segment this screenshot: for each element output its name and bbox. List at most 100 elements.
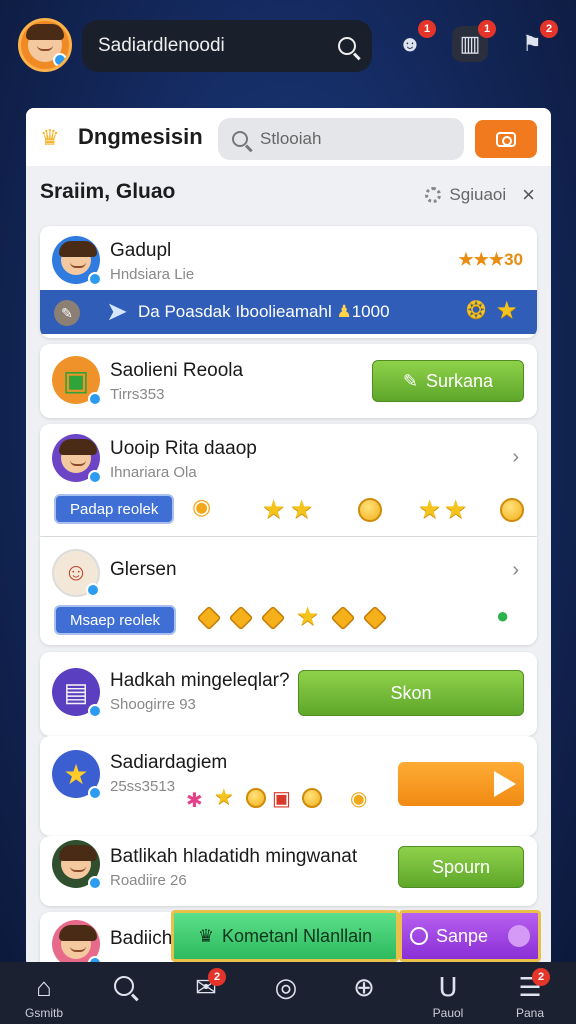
chevron-right-icon[interactable]: › — [512, 559, 519, 582]
nav-label: Pauol — [432, 1006, 464, 1020]
list-item[interactable]: ☺ Glersen › Msaep reolek ★ ● — [40, 537, 537, 645]
main-action-button[interactable]: ♛ Kometanl Nlanllain — [171, 910, 399, 962]
inbox-icon[interactable]: ▥ 1 — [452, 20, 496, 62]
panel-search-input[interactable]: Stlooiah — [218, 118, 464, 160]
avatar — [52, 920, 102, 968]
crown-icon: ♛ — [197, 925, 215, 946]
action-button[interactable]: Spourn — [398, 846, 524, 888]
verified-icon — [53, 53, 67, 67]
player-name: Hadkah mingeleqlar? — [110, 670, 290, 691]
secondary-action-button[interactable]: Sanpe — [399, 910, 541, 962]
gem-icon — [228, 605, 254, 631]
avatar: ▤ — [52, 668, 102, 718]
reward-strip[interactable]: ✎ ➤ Da Poasdak Iboolieamahl ♟1000 ❂ ★ — [40, 290, 537, 334]
secondary-action-label: Sanpe — [435, 925, 489, 946]
gear-icon[interactable] — [425, 187, 442, 203]
player-name: Gadupl — [110, 240, 172, 261]
add-friend-icon[interactable]: ⚑ 2 — [514, 20, 558, 62]
tag-pill[interactable]: Padap reolek — [54, 494, 175, 524]
play-icon — [494, 771, 516, 797]
notification-badge: 2 — [208, 968, 226, 986]
nav-item-chat[interactable]: ◎ — [246, 962, 326, 1024]
top-search-value: Sadiardlenoodi — [98, 35, 225, 56]
search-icon[interactable] — [338, 37, 356, 55]
verified-icon — [88, 786, 102, 800]
list-item[interactable]: ★ Sadiardagiem 25ss3513 ✱ ★ ▣ ◉ — [40, 736, 537, 836]
menu-icon: ☰ — [518, 972, 542, 1002]
avatar: ★ — [52, 750, 102, 800]
nav-item-search[interactable] — [84, 962, 164, 1024]
verified-icon — [88, 876, 102, 890]
chevron-right-icon[interactable]: › — [512, 446, 519, 469]
nav-item-menu[interactable]: ☰ 2 Pana — [490, 962, 570, 1024]
top-search-input[interactable]: Sadiardlenoodi — [82, 20, 372, 72]
coin-icon — [246, 788, 266, 808]
main-panel: ♛ Dngmesisin Stlooiah Sraiim, Gluao Sgiu… — [26, 108, 551, 968]
avatar-face — [59, 845, 97, 879]
mail-icon: ✉ — [195, 972, 217, 1002]
avatar — [52, 840, 102, 890]
nav-item-globe[interactable]: ⊕ — [324, 962, 404, 1024]
pencil-icon: ✎ — [402, 370, 419, 391]
action-button-label: Spourn — [431, 856, 491, 877]
verified-icon — [88, 272, 102, 286]
player-name: Badiich — [110, 928, 173, 949]
coin-icon — [302, 788, 322, 808]
bolt-icon — [508, 925, 531, 947]
section-settings[interactable]: Sgiuaoi × — [425, 182, 535, 208]
magnet-icon: Ս — [438, 972, 458, 1002]
player-subtitle: Hndsiara Lie — [110, 266, 195, 283]
player-name: Saolieni Reoola — [110, 360, 244, 381]
list-item[interactable]: Gadupl Hndsiara Lie ★★★30 ✎ ➤ Da Poasdak… — [40, 226, 537, 338]
coin-icon — [500, 498, 524, 522]
top-bar: Sadiardlenoodi ☻ 1 ▥ 1 ⚑ 2 — [0, 0, 576, 96]
crown-icon: ♛ — [40, 125, 60, 150]
verified-icon — [86, 583, 100, 597]
action-button[interactable]: ✎ Surkana — [372, 360, 524, 402]
search-icon — [84, 972, 164, 1003]
action-button-label: Surkana — [426, 370, 494, 391]
list-item[interactable]: Uooip Rita daaop Ihnariara Ola › Padap r… — [40, 424, 537, 536]
notification-badge: 2 — [540, 20, 558, 38]
bottom-nav: ⌂ Gsmitb ✉ 2 ◎ ⊕ Ս Pauol ☰ 2 Pana — [0, 962, 576, 1024]
list-item[interactable]: ▣ Saolieni Reoola Tirrs353 ✎ Surkana — [40, 344, 537, 418]
gift-icon: ▣ — [272, 788, 291, 810]
play-button[interactable] — [398, 762, 524, 806]
chat-bubble-icon[interactable]: ● — [496, 603, 509, 629]
nav-item-home[interactable]: ⌂ Gsmitb — [4, 962, 84, 1024]
player-name: Batlikah hladatidh mingwanat — [110, 846, 358, 867]
action-button[interactable]: Skon — [298, 670, 524, 716]
section-title: Sraiim, Gluao — [40, 180, 176, 203]
avatar: ☺ — [52, 549, 100, 597]
camera-icon — [496, 131, 516, 147]
player-subtitle: Tirrs353 — [110, 386, 165, 403]
box-icon: ▤ — [63, 676, 89, 707]
list-item[interactable]: ▤ Hadkah mingeleqlar? Shoogirre 93 Skon — [40, 652, 537, 736]
notification-badge: 1 — [418, 20, 436, 38]
star-icon: ★ — [290, 494, 314, 524]
close-icon[interactable]: × — [522, 182, 535, 208]
friends-icon[interactable]: ☻ 1 — [392, 20, 436, 62]
nav-item-mail[interactable]: ✉ 2 — [166, 962, 246, 1024]
star-icon: ★ — [296, 601, 320, 631]
panel-search-placeholder: Stlooiah — [260, 129, 322, 148]
coin-stack-icon: ◉ — [192, 494, 212, 519]
section-settings-label: Sgiuaoi — [449, 185, 507, 204]
coin-icon — [358, 498, 382, 522]
player-name: Sadiardagiem — [110, 752, 228, 773]
nav-item-magnet[interactable]: Ս Pauol — [408, 962, 488, 1024]
camera-button[interactable] — [475, 120, 537, 158]
star-icon: ★ — [214, 784, 234, 809]
star-icon: ★ — [262, 494, 286, 524]
player-subtitle: 25ss3513 — [110, 778, 176, 795]
circle-icon — [409, 927, 428, 945]
list-item[interactable]: Batlikah hladatidh mingwanat Roadiire 26… — [40, 836, 537, 906]
panel-title: Dngmesisin — [78, 124, 203, 149]
tag-pill[interactable]: Msaep reolek — [54, 605, 177, 635]
profile-avatar[interactable] — [18, 18, 72, 72]
player-subtitle: Shoogirre 93 — [110, 696, 196, 713]
chat-icon: ◎ — [274, 972, 298, 1002]
star-icon: ★ — [444, 494, 468, 524]
avatar-face — [59, 439, 97, 473]
edit-icon[interactable]: ✎ — [54, 300, 80, 326]
